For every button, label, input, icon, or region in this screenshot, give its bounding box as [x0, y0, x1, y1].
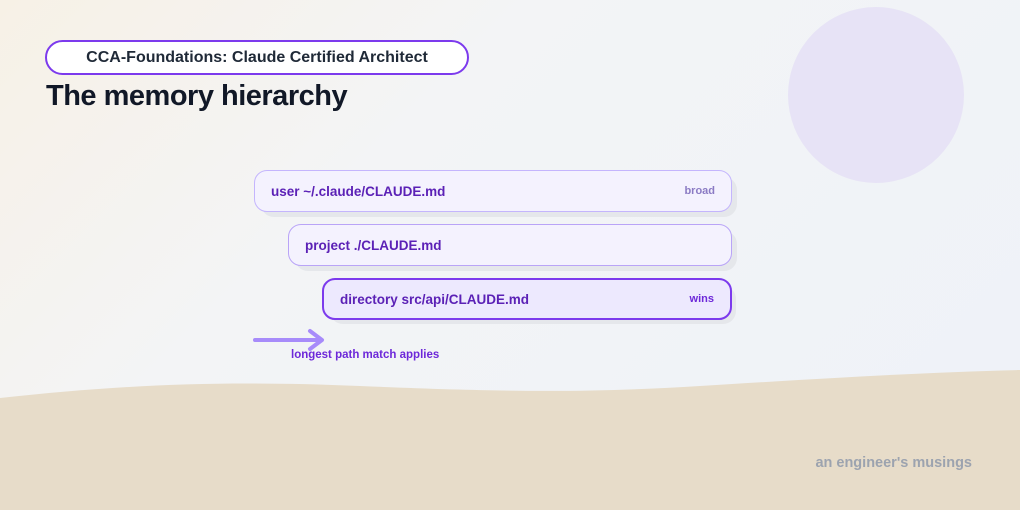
layer-directory: directory src/api/CLAUDE.md wins — [322, 278, 736, 324]
layer-directory-tag: wins — [689, 293, 714, 305]
layer-user-label: user ~/.claude/CLAUDE.md — [271, 183, 446, 199]
layer-user-tag: broad — [684, 185, 715, 197]
layer-user: user ~/.claude/CLAUDE.md broad — [254, 170, 737, 217]
layer-project: project ./CLAUDE.md — [288, 224, 737, 271]
layer-directory-label: directory src/api/CLAUDE.md — [340, 291, 530, 307]
layer-project-label: project ./CLAUDE.md — [305, 237, 442, 253]
memory-hierarchy-diagram: user ~/.claude/CLAUDE.md broad project .… — [0, 0, 1020, 510]
footer-brand: an engineer's musings — [815, 455, 972, 471]
arrow-annotation: longest path match applies — [291, 349, 440, 361]
